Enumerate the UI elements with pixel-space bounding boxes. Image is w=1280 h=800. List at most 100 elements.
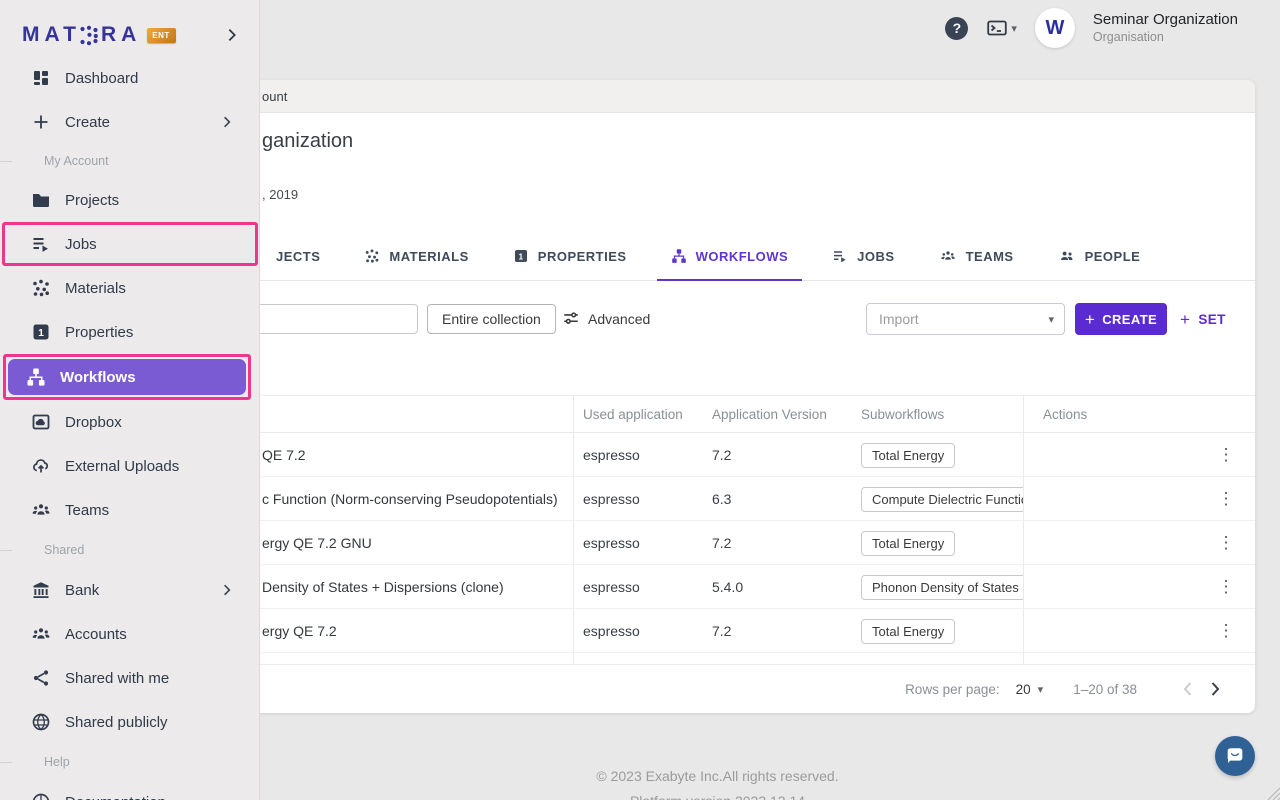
- sidebar-item-properties[interactable]: 1 Properties: [0, 310, 259, 354]
- table-row[interactable]: ergy QE 7.2 GNU espresso 7.2 Total Energ…: [180, 521, 1255, 565]
- sidebar-item-jobs[interactable]: Jobs: [5, 225, 255, 263]
- table-row[interactable]: c Function (Norm-conserving Pseudopotent…: [180, 477, 1255, 521]
- subworkflow-chip: Phonon Density of States + Dispersions: [861, 575, 1023, 600]
- used-application: espresso: [583, 477, 640, 521]
- workflows-icon: [671, 248, 687, 264]
- set-button[interactable]: + SET: [1180, 303, 1226, 335]
- sidebar-item-dashboard[interactable]: Dashboard: [0, 56, 259, 100]
- plus-icon: +: [1180, 311, 1190, 328]
- org-block[interactable]: Seminar Organization Organisation: [1093, 11, 1238, 45]
- share-icon: [30, 668, 52, 688]
- workflow-name[interactable]: ergy QE 7.2: [262, 609, 337, 653]
- application-version: 7.2: [712, 521, 731, 565]
- materials-icon: [364, 248, 380, 264]
- avatar[interactable]: W: [1035, 8, 1075, 48]
- advanced-filter-button[interactable]: Advanced: [562, 304, 650, 334]
- tab-properties[interactable]: 1 PROPERTIES: [499, 232, 641, 280]
- section-shared: Shared: [0, 532, 259, 568]
- cloud-upload-icon: [30, 456, 52, 476]
- workflow-name[interactable]: c Function (Norm-conserving Pseudopotent…: [262, 477, 558, 521]
- mat3ra-logo[interactable]: MAT RA: [22, 23, 141, 47]
- sidebar-item-shared-publicly[interactable]: Shared publicly: [0, 700, 259, 744]
- row-actions-menu[interactable]: ⋮: [1216, 609, 1236, 653]
- plus-icon: [30, 112, 52, 132]
- column-application-version[interactable]: Application Version: [712, 396, 827, 433]
- column-subworkflows[interactable]: Subworkflows: [861, 396, 944, 433]
- pagination-bar: Rows per page: 20 ▾ 1–20 of 38: [180, 664, 1255, 713]
- platform-version-text: Platform version 2023.12.14: [180, 789, 1255, 800]
- application-version: 5.4.0: [712, 565, 743, 609]
- column-used-application[interactable]: Used application: [583, 396, 683, 433]
- sidebar-item-label: Teams: [65, 502, 109, 519]
- sidebar-item-label: Projects: [65, 192, 119, 209]
- subworkflow-chip: Compute Dielectric Function: [861, 487, 1023, 512]
- import-select[interactable]: Import ▾: [866, 303, 1065, 335]
- subworkflow-chip: Total Energy: [861, 443, 955, 468]
- jobs-icon: [30, 234, 52, 254]
- tab-jobs[interactable]: JOBS: [818, 232, 908, 280]
- application-version: 6.3: [712, 477, 731, 521]
- create-button[interactable]: + CREATE: [1075, 303, 1167, 335]
- tab-materials[interactable]: MATERIALS: [350, 232, 482, 280]
- used-application: espresso: [583, 433, 640, 477]
- workflow-name[interactable]: Density of States + Dispersions (clone): [262, 565, 504, 609]
- sidebar-item-label: Dropbox: [65, 414, 122, 431]
- import-placeholder: Import: [879, 311, 919, 327]
- column-actions: Actions: [1043, 396, 1087, 433]
- table-row[interactable]: ergy QE 7.2 espresso 7.2 Total Energy ⋮: [180, 609, 1255, 653]
- help-icon[interactable]: ?: [945, 17, 968, 40]
- org-name: Seminar Organization: [1093, 11, 1238, 30]
- svg-text:1: 1: [518, 251, 523, 261]
- logo-text-right: RA: [101, 23, 141, 47]
- globe-icon: [30, 712, 52, 732]
- main-panel: ount ganization , 2019 JECTS MATERIALS 1…: [180, 80, 1255, 713]
- sidebar-item-documentation[interactable]: Documentation: [0, 780, 259, 800]
- tab-projects[interactable]: JECTS: [262, 232, 334, 280]
- application-version: 7.2: [712, 609, 731, 653]
- tab-people[interactable]: PEOPLE: [1044, 232, 1155, 280]
- workflows-icon: [25, 367, 47, 387]
- table-header: Used application Application Version Sub…: [180, 395, 1255, 433]
- tab-label: JECTS: [276, 249, 320, 264]
- table-row[interactable]: QE 7.2 espresso 7.2 Total Energy ⋮: [180, 433, 1255, 477]
- next-page-button[interactable]: [1201, 675, 1229, 703]
- sidebar-item-label: Materials: [65, 280, 126, 297]
- row-actions-menu[interactable]: ⋮: [1216, 521, 1236, 565]
- sidebar-item-label: External Uploads: [65, 458, 179, 475]
- subworkflow-chip: Total Energy: [861, 531, 955, 556]
- chevron-right-icon: [219, 114, 235, 130]
- logo-row: MAT RA ENT: [0, 14, 259, 56]
- tab-teams[interactable]: TEAMS: [925, 232, 1028, 280]
- entire-collection-button[interactable]: Entire collection: [427, 304, 556, 334]
- sidebar-item-external-uploads[interactable]: External Uploads: [0, 444, 259, 488]
- breadcrumb-text[interactable]: ount: [262, 89, 287, 104]
- sidebar-collapse-button[interactable]: [223, 26, 241, 44]
- sidebar-item-workflows[interactable]: Workflows: [8, 359, 246, 395]
- sidebar-item-bank[interactable]: Bank: [0, 568, 259, 612]
- chevron-down-icon: ▾: [1038, 683, 1044, 696]
- sidebar-item-projects[interactable]: Projects: [0, 178, 259, 222]
- row-actions-menu[interactable]: ⋮: [1216, 565, 1236, 609]
- tab-label: WORKFLOWS: [696, 249, 789, 264]
- sidebar-item-materials[interactable]: Materials: [0, 266, 259, 310]
- sidebar-item-teams[interactable]: Teams: [0, 488, 259, 532]
- tab-label: TEAMS: [966, 249, 1014, 264]
- chat-button[interactable]: [1215, 736, 1255, 776]
- row-actions-menu[interactable]: ⋮: [1216, 433, 1236, 477]
- rows-per-page-select[interactable]: 20 ▾: [1016, 682, 1044, 697]
- sidebar-item-accounts[interactable]: Accounts: [0, 612, 259, 656]
- workflow-name[interactable]: QE 7.2: [262, 433, 306, 477]
- sidebar-item-dropbox[interactable]: Dropbox: [0, 400, 259, 444]
- rows-per-page-label: Rows per page:: [905, 682, 1000, 697]
- workflow-name[interactable]: ergy QE 7.2 GNU: [262, 521, 372, 565]
- table-body: QE 7.2 espresso 7.2 Total Energy ⋮ c Fun…: [180, 433, 1255, 653]
- tune-icon: [562, 310, 580, 328]
- console-menu[interactable]: ▾: [986, 18, 1017, 38]
- sidebar-item-create[interactable]: Create: [0, 100, 259, 144]
- sidebar-item-shared-with-me[interactable]: Shared with me: [0, 656, 259, 700]
- tab-workflows[interactable]: WORKFLOWS: [657, 232, 803, 280]
- table-row[interactable]: Density of States + Dispersions (clone) …: [180, 565, 1255, 609]
- row-actions-menu[interactable]: ⋮: [1216, 477, 1236, 521]
- chevron-right-icon: [219, 582, 235, 598]
- previous-page-button[interactable]: [1173, 675, 1201, 703]
